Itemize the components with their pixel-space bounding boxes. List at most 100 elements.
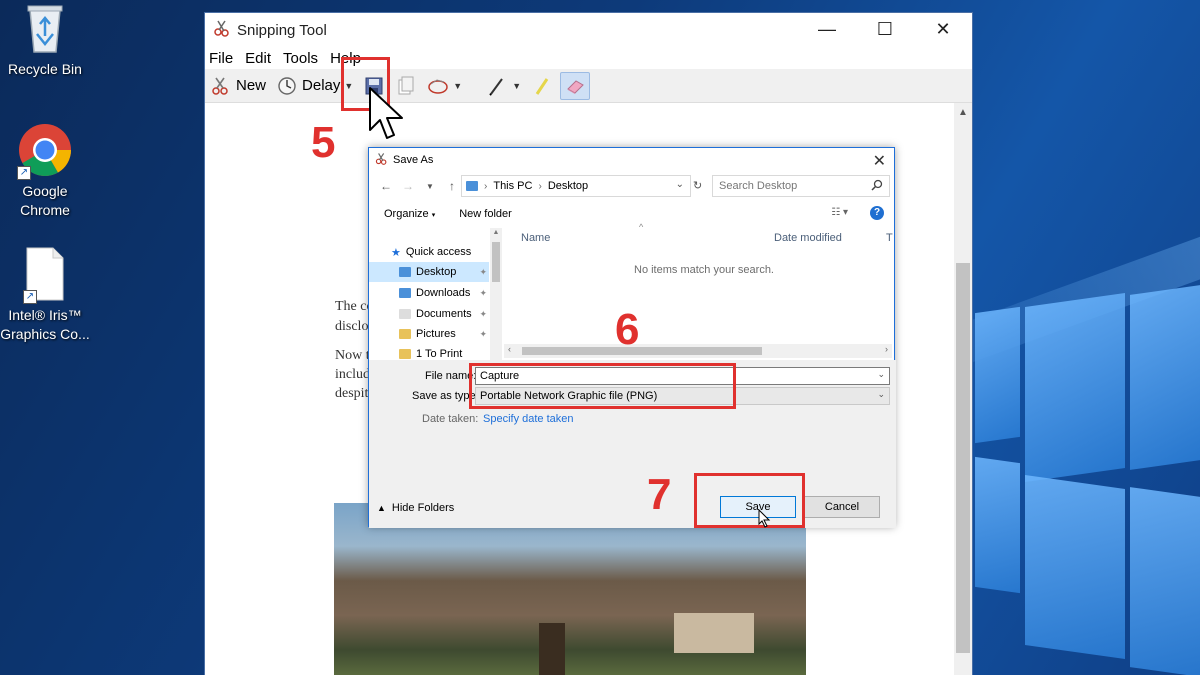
clock-icon	[276, 75, 298, 97]
article-line: disclo	[335, 319, 369, 334]
address-row: ← → ▼ ↑ › This PC › Desktop ⌄ ↻ Search D…	[369, 174, 896, 198]
search-box[interactable]: Search Desktop	[712, 175, 890, 197]
scroll-up-icon[interactable]: ▲	[954, 107, 972, 118]
scissors-icon	[210, 75, 232, 97]
chevron-down-icon[interactable]: ⌄	[877, 369, 885, 380]
date-taken-label: Date taken:	[422, 413, 479, 425]
canvas-scrollbar[interactable]: ▲	[954, 103, 972, 675]
organize-button[interactable]: Organize ▾	[384, 208, 435, 220]
pin-icon: ✦	[479, 308, 487, 319]
nav-label: Pictures	[416, 328, 456, 340]
sort-arrow-icon: ^	[639, 222, 644, 232]
article-line: despit	[335, 386, 369, 401]
pin-icon: ✦	[479, 328, 487, 339]
scroll-left-icon[interactable]: ‹	[508, 344, 511, 354]
nav-pictures[interactable]: Pictures ✦	[369, 324, 489, 344]
scrollbar-thumb[interactable]	[492, 242, 500, 282]
scissors-icon	[375, 152, 388, 168]
address-bar[interactable]: › This PC › Desktop ⌄	[461, 175, 691, 197]
file-list-hscrollbar[interactable]: ‹ ›	[504, 344, 892, 358]
shortcut-arrow-icon: ↗	[17, 166, 31, 180]
pictures-icon	[399, 329, 411, 339]
folder-icon	[399, 267, 411, 277]
nav-scrollbar[interactable]: ▲	[490, 228, 502, 360]
new-button[interactable]: New	[207, 73, 269, 99]
column-header-date-modified[interactable]: Date modified	[774, 232, 842, 244]
menu-bar: File Edit Tools Help	[205, 47, 972, 69]
nav-label: Documents	[416, 308, 472, 320]
nav-label: 1 To Print	[416, 348, 463, 360]
menu-file[interactable]: File	[209, 50, 233, 67]
desktop-icon-google-chrome[interactable]: ↗ Google Chrome	[0, 122, 90, 220]
desktop-icon-recycle-bin[interactable]: Recycle Bin	[0, 0, 90, 79]
hide-folders-button[interactable]: ▲ Hide Folders	[377, 502, 454, 514]
pen-icon	[486, 75, 508, 97]
nav-documents[interactable]: Documents ✦	[369, 304, 489, 324]
up-arrow-icon[interactable]: ↑	[441, 179, 463, 193]
scrollbar-thumb[interactable]	[522, 347, 762, 355]
dialog-title-bar[interactable]: Save As	[369, 148, 894, 172]
step5-number: 5	[311, 118, 336, 167]
scissors-icon	[213, 19, 231, 41]
minimize-button[interactable]: —	[798, 13, 856, 45]
chevron-down-icon[interactable]: ⌄	[676, 179, 684, 190]
forward-arrow-icon[interactable]: →	[397, 179, 419, 193]
hide-folders-label: Hide Folders	[391, 502, 455, 514]
specify-date-link[interactable]: Specify date taken	[483, 413, 574, 425]
delay-label: Delay	[302, 77, 341, 94]
folder-icon	[466, 181, 478, 191]
new-folder-button[interactable]: New folder	[459, 208, 512, 220]
scroll-up-icon[interactable]: ▲	[490, 229, 502, 236]
desktop-icon-intel-graphics[interactable]: ↗ Intel® Iris™ Graphics Co...	[0, 246, 90, 344]
eraser-button[interactable]	[560, 71, 591, 100]
chevron-down-icon[interactable]: ⌄	[877, 389, 885, 400]
step7-number: 7	[647, 470, 672, 519]
window-title: Snipping Tool	[237, 21, 327, 39]
nav-downloads[interactable]: Downloads ✦	[369, 283, 489, 303]
command-bar: Organize ▾ New folder ☷ ▾ ?	[369, 202, 896, 226]
maximize-button[interactable]: ☐	[856, 13, 914, 45]
cancel-button[interactable]: Cancel	[804, 496, 880, 518]
chevron-down-icon[interactable]: ▼	[453, 81, 462, 91]
address-this-pc[interactable]: This PC	[493, 180, 532, 192]
recycle-bin-icon	[22, 0, 68, 56]
highlighter-button[interactable]	[528, 73, 556, 99]
recent-locations-icon[interactable]: ▼	[419, 182, 441, 191]
chevron-up-icon: ▲	[377, 503, 386, 513]
column-header-type[interactable]: T	[886, 232, 893, 244]
step7-highlight-box	[694, 473, 805, 528]
highlighter-icon	[531, 75, 553, 97]
address-desktop[interactable]: Desktop	[548, 180, 588, 192]
send-snip-button[interactable]: ▼	[424, 73, 465, 99]
scrollbar-thumb[interactable]	[956, 263, 970, 653]
nav-label: Quick access	[405, 246, 472, 258]
close-icon[interactable]: ✕	[873, 151, 886, 171]
mouse-pointer-icon	[758, 509, 771, 528]
close-button[interactable]: ✕	[914, 13, 972, 45]
nav-label: Downloads	[416, 287, 471, 299]
nav-quick-access[interactable]: ★ Quick access	[369, 242, 489, 262]
menu-edit[interactable]: Edit	[245, 50, 271, 67]
file-list: Name ^ Date modified T No items match yo…	[504, 222, 893, 360]
back-arrow-icon[interactable]: ←	[375, 179, 397, 193]
nav-desktop[interactable]: Desktop ✦	[369, 262, 489, 282]
scroll-right-icon[interactable]: ›	[885, 344, 888, 354]
menu-tools[interactable]: Tools	[283, 50, 318, 67]
chevron-right-icon: ›	[538, 180, 542, 192]
refresh-icon[interactable]: ↻	[693, 179, 702, 192]
search-icon	[871, 179, 883, 194]
pen-button[interactable]: ▼	[483, 73, 524, 99]
column-header-name[interactable]: Name	[521, 232, 550, 244]
step6-number: 6	[615, 305, 640, 354]
document-icon: ↗	[23, 246, 67, 304]
chevron-down-icon[interactable]: ▼	[512, 81, 521, 91]
chrome-icon: ↗	[17, 122, 73, 180]
toolbar: New Delay ▼ ▼ ▼	[205, 69, 972, 103]
step6-highlight-box	[469, 363, 736, 409]
empty-message: No items match your search.	[634, 264, 774, 276]
desktop-icon-label: Google Chrome	[20, 183, 70, 218]
send-icon	[427, 75, 449, 97]
folder-icon	[399, 349, 411, 359]
help-icon[interactable]: ?	[870, 206, 884, 220]
view-options-icon[interactable]: ☷ ▾	[831, 207, 848, 218]
